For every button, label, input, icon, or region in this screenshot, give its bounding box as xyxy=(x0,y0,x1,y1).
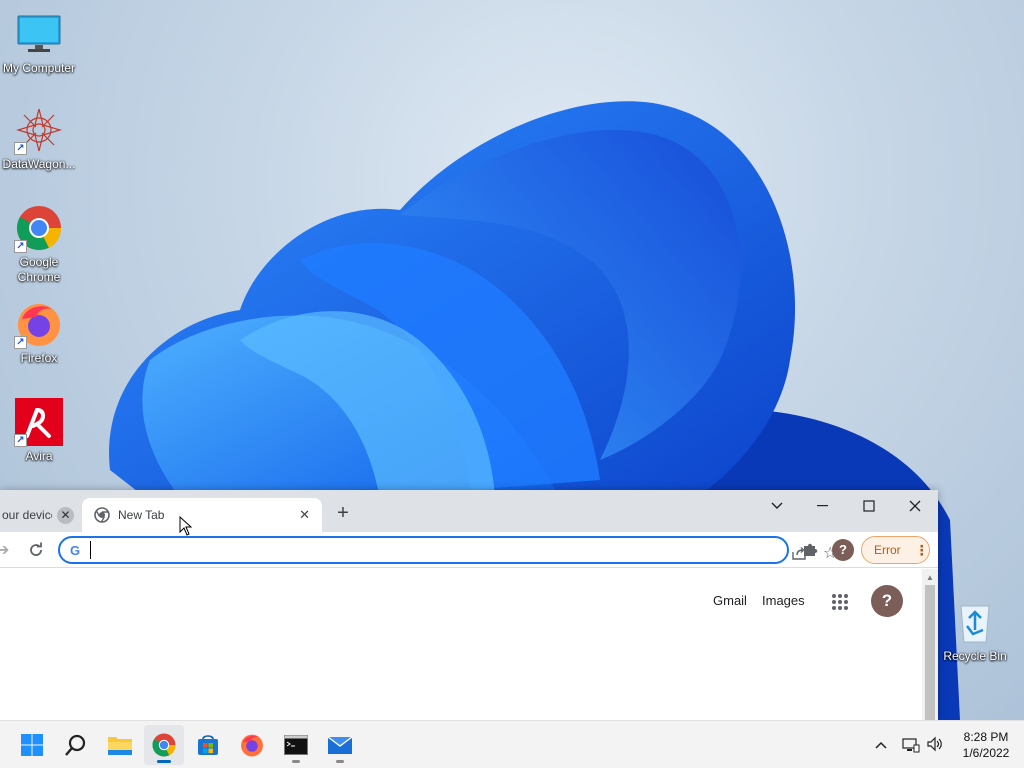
tab-strip: our device ✕ New Tab ✕ + xyxy=(0,490,938,532)
minimize-button[interactable] xyxy=(800,492,846,520)
network-icon[interactable] xyxy=(902,737,920,758)
shortcut-arrow-icon: ↗ xyxy=(14,240,27,253)
vertical-scrollbar[interactable]: ▲ xyxy=(922,569,938,720)
shortcut-arrow-icon: ↗ xyxy=(14,336,27,349)
firefox-icon xyxy=(241,734,263,757)
scrollbar-thumb[interactable] xyxy=(925,585,935,720)
images-link[interactable]: Images xyxy=(762,593,805,608)
new-tab-button[interactable]: + xyxy=(331,502,355,526)
avira-icon: ↗ xyxy=(14,398,63,447)
tab-title: our device xyxy=(2,508,52,522)
datawagon-icon: ↗ xyxy=(14,106,63,155)
desktop-icon-my-computer[interactable]: My Computer xyxy=(0,10,78,76)
volume-icon[interactable] xyxy=(926,736,944,757)
start-icon xyxy=(21,734,43,756)
desktop-icon-label: DataWagon... xyxy=(2,157,76,171)
desktop-icon-label: Firefox xyxy=(20,351,58,365)
clock-time: 8:28 PM xyxy=(963,730,1009,744)
system-clock[interactable]: 8:28 PM 1/6/2022 xyxy=(956,729,1016,761)
maximize-icon xyxy=(863,500,875,512)
desktop-icon-firefox[interactable]: ↗ Firefox xyxy=(0,300,78,366)
address-input[interactable] xyxy=(90,541,710,559)
running-indicator xyxy=(157,760,171,763)
minimize-icon xyxy=(817,505,828,507)
monitor-icon xyxy=(15,10,63,58)
tab-close-button[interactable]: ✕ xyxy=(299,507,310,523)
firefox-icon: ↗ xyxy=(14,300,63,349)
tab-previous[interactable]: our device ✕ xyxy=(0,498,80,532)
start-button[interactable] xyxy=(12,725,52,765)
chrome-window: our device ✕ New Tab ✕ + ➔ G ☆ ? Error ⋮… xyxy=(0,490,938,720)
tab-new-tab[interactable]: New Tab ✕ xyxy=(82,498,322,532)
error-chip-button[interactable]: Error ⋮ xyxy=(861,536,930,564)
taskbar-store[interactable] xyxy=(188,725,228,765)
show-hidden-icons-chevron-icon[interactable] xyxy=(874,737,888,755)
taskbar-file-explorer[interactable] xyxy=(100,725,140,765)
tab-search-button[interactable] xyxy=(754,492,800,520)
google-apps-grid-icon[interactable] xyxy=(831,593,849,616)
shortcut-arrow-icon: ↗ xyxy=(14,142,27,155)
taskbar-mail[interactable] xyxy=(320,725,360,765)
taskbar: 8:28 PM 1/6/2022 xyxy=(0,720,1024,768)
taskbar-terminal[interactable] xyxy=(276,725,316,765)
chrome-favicon-icon xyxy=(94,507,110,523)
desktop-icon-google-chrome[interactable]: ↗ Google Chrome xyxy=(0,204,78,285)
browser-toolbar: ➔ G ☆ ? Error ⋮ xyxy=(0,532,938,568)
clock-date: 1/6/2022 xyxy=(962,746,1010,760)
chevron-down-icon xyxy=(771,502,783,509)
profile-avatar-button[interactable]: ? xyxy=(832,539,854,561)
search-icon xyxy=(65,734,86,756)
new-tab-page: Gmail Images ? xyxy=(0,569,922,720)
file-explorer-icon xyxy=(108,737,132,755)
error-label: Error xyxy=(874,543,901,557)
chrome-icon xyxy=(152,733,176,757)
running-indicator xyxy=(336,760,344,763)
mouse-cursor-icon xyxy=(179,516,193,536)
desktop-icon-avira[interactable]: ↗ Avira xyxy=(0,398,78,464)
shortcut-arrow-icon: ↗ xyxy=(14,434,27,447)
taskbar-firefox[interactable] xyxy=(232,725,272,765)
address-bar[interactable]: G ☆ xyxy=(58,536,837,564)
tab-close-button[interactable]: ✕ xyxy=(57,507,74,524)
taskbar-chrome[interactable] xyxy=(144,725,184,765)
mail-icon xyxy=(327,736,353,754)
scroll-up-arrow-icon[interactable]: ▲ xyxy=(926,573,934,582)
store-icon xyxy=(198,735,218,755)
taskbar-search-button[interactable] xyxy=(56,725,96,765)
maximize-button[interactable] xyxy=(846,492,892,520)
desktop-icon-label: My Computer xyxy=(2,61,76,75)
terminal-icon xyxy=(284,735,308,755)
desktop-icon-label: Recycle Bin xyxy=(943,649,1007,663)
close-window-button[interactable] xyxy=(892,492,938,520)
kebab-menu-icon: ⋮ xyxy=(914,541,929,558)
desktop-icon-datawagon[interactable]: ↗ DataWagon... xyxy=(0,106,78,172)
desktop-icon-recycle-bin[interactable]: Recycle Bin xyxy=(936,598,1014,664)
gmail-link[interactable]: Gmail xyxy=(713,593,747,608)
tab-title: New Tab xyxy=(118,508,165,522)
recycle-bin-icon xyxy=(951,598,999,646)
extensions-puzzle-icon[interactable] xyxy=(802,541,818,562)
forward-button[interactable]: ➔ xyxy=(0,540,9,560)
google-g-icon: G xyxy=(70,543,81,558)
google-account-avatar[interactable]: ? xyxy=(871,585,903,617)
chrome-icon: ↗ xyxy=(14,204,63,253)
reload-button[interactable] xyxy=(26,540,46,560)
desktop-icon-label: Avira xyxy=(25,449,53,463)
running-indicator xyxy=(292,760,300,763)
close-icon xyxy=(909,500,921,512)
desktop-icon-label: Google Chrome xyxy=(17,255,61,284)
reload-icon xyxy=(30,542,42,556)
